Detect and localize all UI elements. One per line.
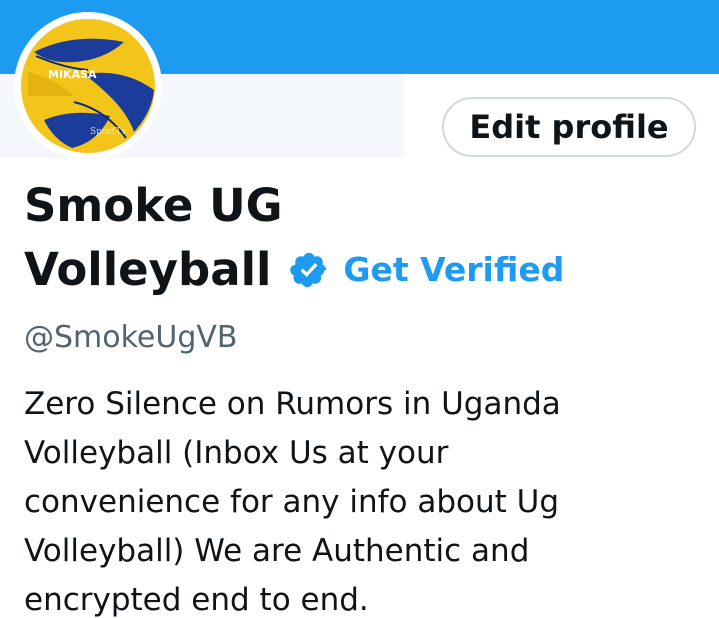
verified-badge-icon[interactable] xyxy=(289,250,329,290)
volleyball-avatar-image: MIKASA SportTv xyxy=(14,12,162,160)
display-name-line2-row: Volleyball Get Verified xyxy=(24,238,564,302)
edit-profile-button[interactable]: Edit profile xyxy=(442,97,696,157)
display-name: Smoke UG Volleyball Get Verified xyxy=(24,174,564,302)
display-name-line1: Smoke UG xyxy=(24,179,283,232)
avatar-watermark-text: SportTv xyxy=(90,127,127,137)
profile-page: MIKASA SportTv Edit profile Smoke UG Vol… xyxy=(0,0,719,618)
avatar[interactable]: MIKASA SportTv xyxy=(14,12,162,160)
profile-bio: Zero Silence on Rumors in Uganda Volleyb… xyxy=(24,386,561,618)
display-name-line2: Volleyball xyxy=(24,243,272,296)
get-verified-link[interactable]: Get Verified xyxy=(343,238,564,302)
avatar-brand-text: MIKASA xyxy=(48,68,97,81)
user-handle: @SmokeUgVB xyxy=(24,320,238,355)
